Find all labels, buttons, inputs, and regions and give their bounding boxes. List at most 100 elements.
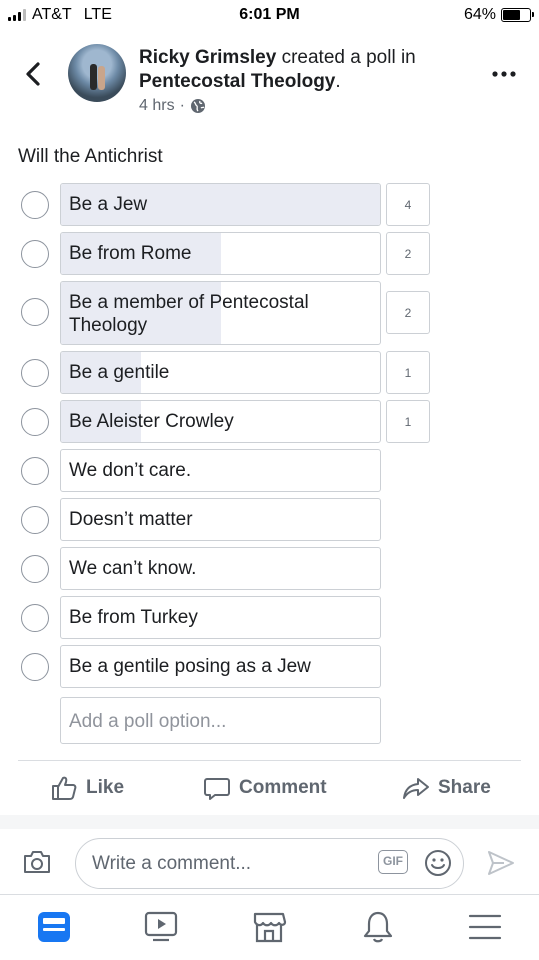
group-name[interactable]: Pentecostal Theology xyxy=(139,71,335,92)
poll-question: Will the Antichrist xyxy=(18,146,163,167)
avatar-figure xyxy=(98,66,105,90)
camera-button[interactable] xyxy=(22,849,52,880)
option-radio[interactable] xyxy=(21,359,49,387)
option-label: Be a gentile posing as a Jew xyxy=(69,656,311,677)
comment-button[interactable]: Comment xyxy=(203,774,327,802)
poll-option: Doesn’t matter xyxy=(0,498,539,547)
ellipsis-icon xyxy=(492,71,516,77)
tab-news-feed[interactable] xyxy=(36,910,72,949)
option-radio[interactable] xyxy=(21,506,49,534)
send-button[interactable] xyxy=(486,849,516,882)
gif-button[interactable]: GIF xyxy=(378,850,408,874)
post-meta: 4 hrs · xyxy=(139,97,206,115)
avatar-figure xyxy=(90,64,97,90)
option-radio[interactable] xyxy=(21,298,49,326)
send-icon xyxy=(488,851,514,875)
option-radio[interactable] xyxy=(21,604,49,632)
bottom-tab-bar xyxy=(0,896,539,960)
sticker-button[interactable] xyxy=(424,849,452,882)
poll-option: Be Aleister Crowley 1 xyxy=(0,400,539,449)
battery-percent: 64% xyxy=(463,6,496,23)
chevron-left-icon xyxy=(26,62,40,86)
add-poll-option-input[interactable]: Add a poll option... xyxy=(60,697,381,744)
vote-count[interactable]: 1 xyxy=(386,351,430,394)
vote-count[interactable]: 2 xyxy=(386,291,430,334)
share-button[interactable]: Share xyxy=(402,774,491,802)
option-box[interactable]: Be a Jew xyxy=(60,183,381,226)
more-options-button[interactable] xyxy=(491,66,517,78)
globe-icon xyxy=(190,99,205,113)
headline-period: . xyxy=(335,71,341,92)
thumbs-up-icon xyxy=(52,776,77,800)
comment-composer: Write a comment... GIF xyxy=(0,829,539,895)
option-radio[interactable] xyxy=(21,240,49,268)
tab-menu[interactable] xyxy=(467,910,503,949)
post-actions: Like Comment Share xyxy=(0,764,539,814)
option-box[interactable]: Doesn’t matter xyxy=(60,498,381,541)
news-feed-icon xyxy=(38,912,70,942)
menu-icon xyxy=(468,914,502,940)
option-radio[interactable] xyxy=(21,653,49,681)
author-name[interactable]: Ricky Grimsley xyxy=(139,47,276,68)
divider xyxy=(18,760,521,761)
option-label: Be from Turkey xyxy=(69,607,198,628)
vote-count[interactable]: 4 xyxy=(386,183,430,226)
option-box[interactable]: Be Aleister Crowley xyxy=(60,400,381,443)
option-label: Be a Jew xyxy=(69,194,148,215)
post-headline: Ricky Grimsley created a poll in Penteco… xyxy=(139,46,479,94)
post-header: Ricky Grimsley created a poll in Penteco… xyxy=(0,40,539,120)
share-label: Share xyxy=(438,777,491,798)
option-label: Be a member of Pentecostal Theology xyxy=(69,292,309,336)
option-label: Be a gentile xyxy=(69,362,170,383)
option-radio[interactable] xyxy=(21,408,49,436)
comment-icon xyxy=(204,778,230,800)
option-label: Be Aleister Crowley xyxy=(69,411,234,432)
poll-option: Be a gentile posing as a Jew xyxy=(0,645,539,694)
battery-level xyxy=(503,10,520,20)
poll-option: Be from Turkey xyxy=(0,596,539,645)
battery-icon xyxy=(501,8,534,22)
smiley-icon xyxy=(425,850,451,876)
meta-separator: · xyxy=(179,97,185,114)
camera-icon xyxy=(24,851,50,873)
poll-options: Be a Jew 4 Be from Rome 2 Be a member of… xyxy=(0,183,539,694)
option-box[interactable]: Be a member of Pentecostal Theology xyxy=(60,281,381,345)
option-box[interactable]: We don’t care. xyxy=(60,449,381,492)
option-box[interactable]: Be from Rome xyxy=(60,232,381,275)
option-box[interactable]: Be a gentile posing as a Jew xyxy=(60,645,381,688)
avatar[interactable] xyxy=(68,44,126,102)
marketplace-icon xyxy=(253,912,287,943)
option-box[interactable]: Be from Turkey xyxy=(60,596,381,639)
option-label: Doesn’t matter xyxy=(69,509,193,530)
option-label: We can’t know. xyxy=(69,558,197,579)
tab-watch[interactable] xyxy=(143,910,179,949)
like-label: Like xyxy=(86,777,125,798)
back-button[interactable] xyxy=(22,58,46,90)
poll-option: Be from Rome 2 xyxy=(0,232,539,281)
tab-notifications[interactable] xyxy=(360,910,396,949)
option-label: Be from Rome xyxy=(69,243,192,264)
comment-label: Comment xyxy=(239,777,327,798)
section-gap xyxy=(0,815,539,829)
action-text: created a poll in xyxy=(276,47,416,68)
timestamp[interactable]: 4 hrs xyxy=(139,97,175,115)
poll-option: Be a member of Pentecostal Theology 2 xyxy=(0,281,539,351)
option-box[interactable]: Be a gentile xyxy=(60,351,381,394)
vote-count[interactable]: 2 xyxy=(386,232,430,275)
watch-icon xyxy=(144,911,178,942)
poll-option: Be a Jew 4 xyxy=(0,183,539,232)
status-bar: AT&T LTE 6:01 PM 64% xyxy=(0,0,539,30)
option-label: We don’t care. xyxy=(69,460,192,481)
tab-marketplace[interactable] xyxy=(251,910,287,949)
option-radio[interactable] xyxy=(21,555,49,583)
poll-option: We can’t know. xyxy=(0,547,539,596)
poll-option: Be a gentile 1 xyxy=(0,351,539,400)
like-button[interactable]: Like xyxy=(50,774,124,802)
vote-count[interactable]: 1 xyxy=(386,400,430,443)
notifications-icon xyxy=(363,911,393,943)
clock: 6:01 PM xyxy=(239,6,300,23)
option-radio[interactable] xyxy=(21,191,49,219)
option-radio[interactable] xyxy=(21,457,49,485)
option-box[interactable]: We can’t know. xyxy=(60,547,381,590)
status-right: 64% xyxy=(463,6,534,24)
